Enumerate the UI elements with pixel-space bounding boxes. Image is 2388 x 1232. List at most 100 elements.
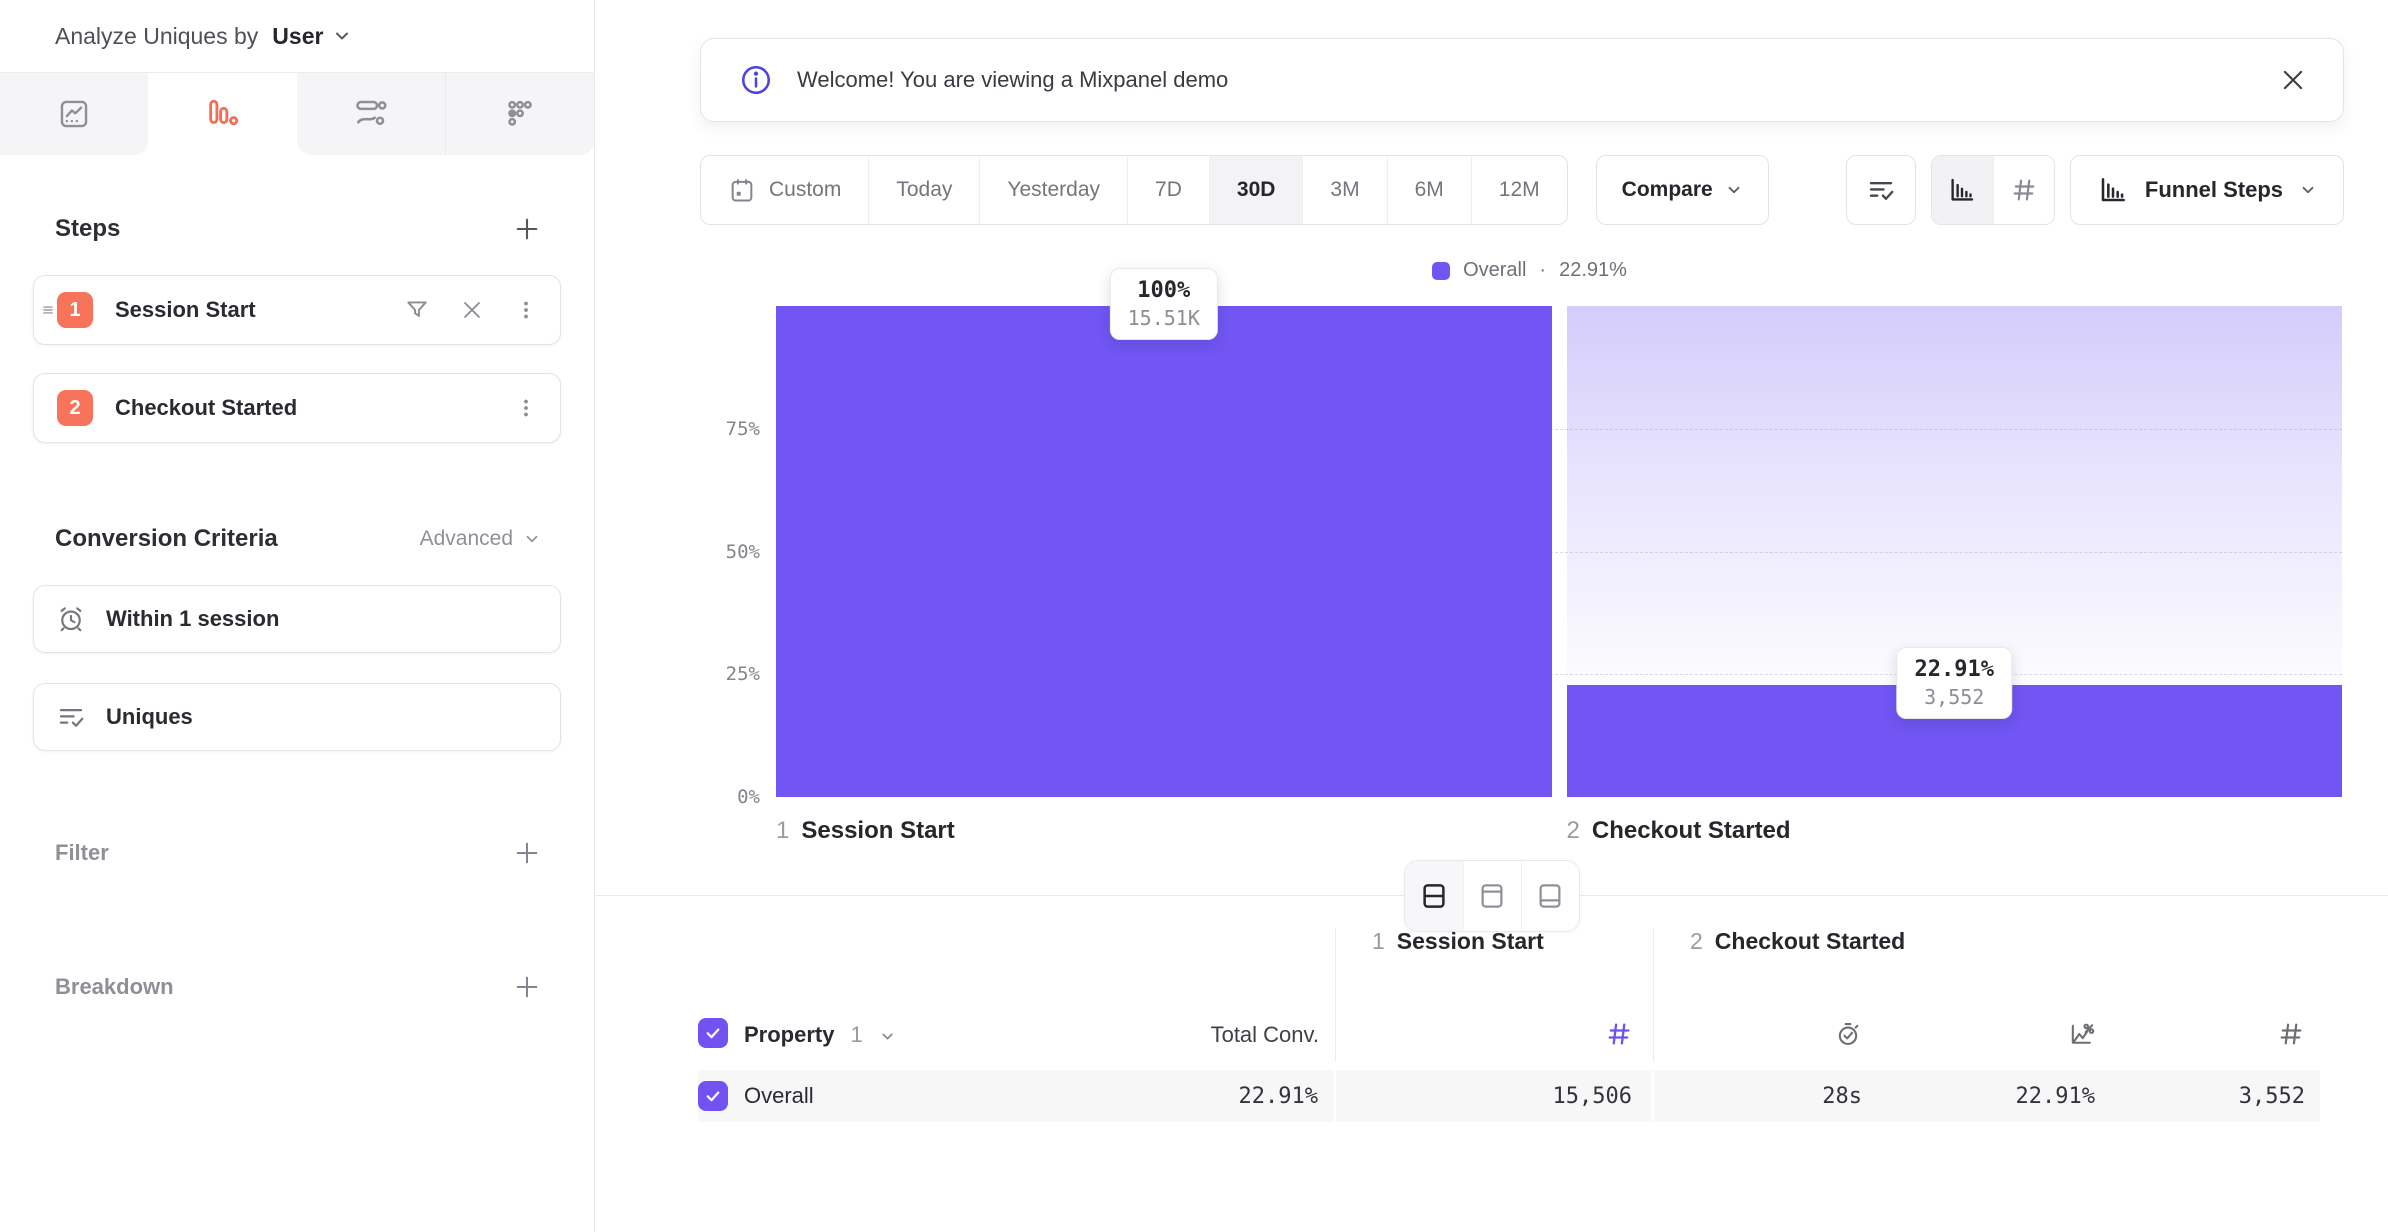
layout-top-band-option[interactable] (1463, 861, 1521, 931)
step-number-badge: 2 (57, 390, 93, 426)
advanced-dropdown[interactable]: Advanced (420, 527, 541, 551)
analyze-entity-selector[interactable]: User (272, 23, 352, 50)
date-option-custom[interactable]: Custom (701, 156, 869, 224)
welcome-banner: Welcome! You are viewing a Mixpanel demo (700, 38, 2344, 122)
date-option-30d[interactable]: 30D (1210, 156, 1304, 224)
conversion-window-card[interactable]: Within 1 session (33, 585, 561, 653)
layout-bottom-band-option[interactable] (1521, 861, 1579, 931)
step-label: Session Start (115, 297, 404, 323)
group-name: Checkout Started (1715, 928, 1905, 954)
chevron-down-icon (523, 530, 541, 548)
tooltip-count: 15.51K (1128, 306, 1200, 330)
list-check-icon (1866, 175, 1896, 205)
funnel-steps-chart-icon (2097, 174, 2129, 206)
group-header-step1: 1Session Start (1336, 928, 1654, 982)
compare-button[interactable]: Compare (1596, 155, 1769, 225)
table-row-overall[interactable]: Overall 22.91% 15,506 28s 22.91% 3,552 (698, 1070, 2320, 1122)
remove-step-icon[interactable] (460, 298, 484, 322)
tab-insights[interactable] (0, 73, 148, 155)
legend-swatch (1432, 262, 1450, 280)
date-option-label: 6M (1415, 178, 1444, 202)
property-header: Property 1 (698, 982, 1020, 1062)
total-conv-header[interactable]: Total Conv. (1020, 982, 1336, 1062)
tab-flows[interactable] (297, 73, 446, 155)
step2-count-metric-header[interactable] (2112, 982, 2320, 1062)
step1-count-metric-header[interactable] (1336, 982, 1654, 1062)
tooltip-step2: 22.91% 3,552 (1897, 647, 2012, 719)
tooltip-percent: 22.91% (1915, 657, 1994, 682)
date-option-label: 7D (1155, 178, 1182, 202)
tab-funnels[interactable] (148, 73, 296, 155)
time-to-convert-metric-header[interactable] (1654, 982, 1880, 1062)
add-step-button[interactable] (513, 215, 541, 243)
counting-method-card[interactable]: Uniques (33, 683, 561, 751)
info-icon (739, 63, 773, 97)
date-option-6m[interactable]: 6M (1388, 156, 1472, 224)
legend-value: 22.91% (1559, 259, 1627, 282)
analyze-prefix-label: Analyze Uniques by (55, 23, 258, 50)
add-filter-button[interactable] (513, 839, 541, 867)
tab-retention[interactable] (446, 73, 594, 155)
chart-view-selector[interactable]: Funnel Steps (2070, 155, 2344, 225)
tooltip-step1: 100% 15.51K (1110, 268, 1218, 340)
filter-icon[interactable] (404, 297, 430, 323)
row-time-to-convert: 28s (1654, 1070, 1880, 1122)
conversion-chart-icon (2067, 1020, 2095, 1048)
legend-item-overall[interactable]: Overall · 22.91% (595, 259, 2388, 282)
add-breakdown-button[interactable] (513, 973, 541, 1001)
kebab-menu-icon[interactable] (514, 298, 538, 322)
analyze-entity-value: User (272, 23, 323, 50)
y-tick: 0% (737, 786, 760, 808)
flows-icon (353, 96, 389, 132)
absolute-view-option[interactable] (1993, 156, 2054, 224)
alarm-clock-icon (56, 604, 86, 634)
funnel-bars-icon (205, 97, 239, 131)
stopwatch-check-icon (1834, 1020, 1862, 1048)
y-tick: 50% (726, 541, 760, 563)
date-option-yesterday[interactable]: Yesterday (980, 156, 1128, 224)
compare-label: Compare (1622, 178, 1713, 202)
row-total-conv: 22.91% (1020, 1070, 1336, 1122)
breakdown-table: 1Session Start 2Checkout Started Propert… (698, 896, 2320, 1232)
step-card-1[interactable]: 1 Session Start (33, 275, 561, 345)
x-label-step2: 2Checkout Started (1567, 817, 2343, 845)
hash-icon (2010, 176, 2038, 204)
legend-series-label: Overall (1463, 259, 1526, 282)
drag-handle-icon[interactable] (41, 303, 55, 317)
date-option-label: Custom (769, 178, 841, 202)
date-range-control: Custom Today Yesterday 7D 30D 3M 6M 12M (700, 155, 1568, 225)
layout-split-equal-option[interactable] (1405, 861, 1463, 931)
close-icon[interactable] (2279, 66, 2307, 94)
main-panel: Welcome! You are viewing a Mixpanel demo… (595, 0, 2388, 1232)
hash-icon (1605, 1020, 1633, 1048)
select-all-checkbox[interactable] (698, 1018, 728, 1048)
layout-top-band-icon (1477, 881, 1507, 911)
analyze-header: Analyze Uniques by User (0, 0, 594, 73)
date-option-today[interactable]: Today (869, 156, 980, 224)
step-label: Checkout Started (115, 395, 514, 421)
conv-rate-metric-header[interactable] (1880, 982, 2112, 1062)
sidebar-body: Steps 1 Session Start (0, 155, 594, 1232)
insights-icon (57, 97, 91, 131)
uniques-toggle-button[interactable] (1846, 155, 1916, 225)
tooltip-count: 3,552 (1915, 685, 1994, 709)
chart-toolbar: Custom Today Yesterday 7D 30D 3M 6M 12M … (700, 155, 2344, 225)
date-option-7d[interactable]: 7D (1128, 156, 1210, 224)
funnel-lost-region (1567, 306, 2343, 685)
percent-view-option[interactable] (1932, 156, 1993, 224)
row-checkbox[interactable] (698, 1081, 728, 1111)
chevron-down-icon[interactable] (879, 1028, 896, 1048)
row-step1-count: 15,506 (1336, 1070, 1654, 1122)
date-option-label: 12M (1499, 178, 1540, 202)
date-option-12m[interactable]: 12M (1472, 156, 1567, 224)
group-header-step2: 2Checkout Started (1654, 928, 2320, 982)
property-label[interactable]: Property (744, 1022, 834, 1048)
group-number: 1 (1372, 928, 1385, 954)
funnel-bar-step1[interactable] (776, 306, 1552, 797)
chevron-down-icon (1725, 181, 1743, 199)
date-option-3m[interactable]: 3M (1303, 156, 1387, 224)
step-card-2[interactable]: 2 Checkout Started (33, 373, 561, 443)
retention-dots-icon (503, 97, 537, 131)
banner-message: Welcome! You are viewing a Mixpanel demo (797, 67, 1228, 93)
kebab-menu-icon[interactable] (514, 396, 538, 420)
